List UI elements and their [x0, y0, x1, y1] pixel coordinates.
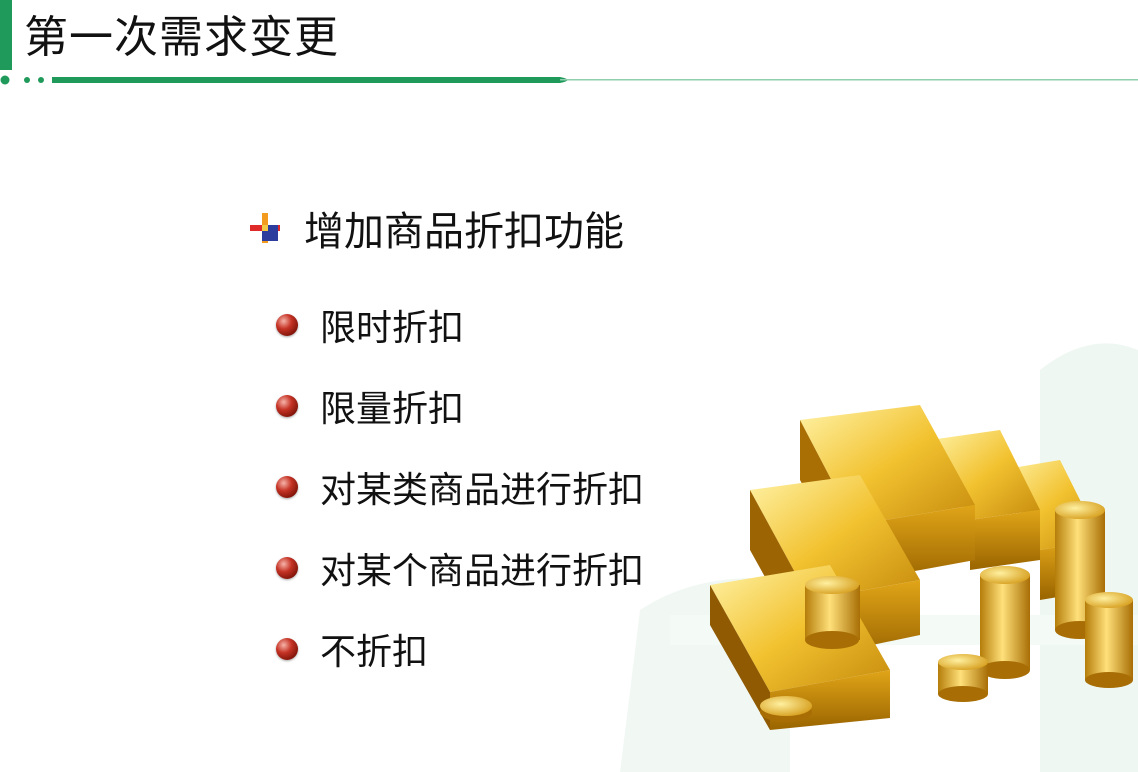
sub-point-list: 限时折扣 限量折扣 对某类商品进行折扣 对某个商品进行折扣 不折扣 — [276, 284, 644, 689]
sub-point-text: 限时折扣 — [320, 307, 465, 349]
slide-title: 第一次需求变更 — [24, 12, 339, 63]
coin-stack-small — [938, 654, 988, 702]
accent-bar — [0, 0, 12, 70]
sub-point-text: 对某个商品进行折扣 — [320, 550, 645, 592]
red-ball-bullet-icon — [276, 556, 298, 579]
coin-stack-far-right — [1085, 592, 1133, 688]
red-ball-bullet-icon — [276, 394, 298, 417]
sub-point-text: 不折扣 — [320, 631, 429, 673]
slide: 第一次需求变更 增加商品折扣功能 限时折扣 限量折扣 对某类商品进行折扣 对某个… — [0, 0, 1138, 772]
plus-bullet-icon — [250, 213, 280, 243]
sub-point-text: 限量折扣 — [320, 388, 465, 430]
main-point: 增加商品折扣功能 — [248, 196, 624, 260]
red-ball-bullet-icon — [276, 313, 298, 336]
gold-bars-and-coins-illustration — [710, 405, 1133, 730]
list-item: 对某类商品进行折扣 — [276, 446, 644, 527]
red-ball-bullet-icon — [276, 475, 298, 498]
red-ball-bullet-icon — [276, 637, 298, 660]
list-item: 限时折扣 — [276, 284, 644, 365]
coin-stack-left — [805, 576, 860, 649]
list-item: 不折扣 — [276, 608, 644, 689]
single-coin — [760, 696, 812, 722]
sub-point-text: 对某类商品进行折扣 — [320, 469, 645, 511]
title-divider — [0, 75, 1138, 85]
list-item: 对某个商品进行折扣 — [276, 527, 644, 608]
main-point-text: 增加商品折扣功能 — [304, 209, 624, 255]
list-item: 限量折扣 — [276, 365, 644, 446]
